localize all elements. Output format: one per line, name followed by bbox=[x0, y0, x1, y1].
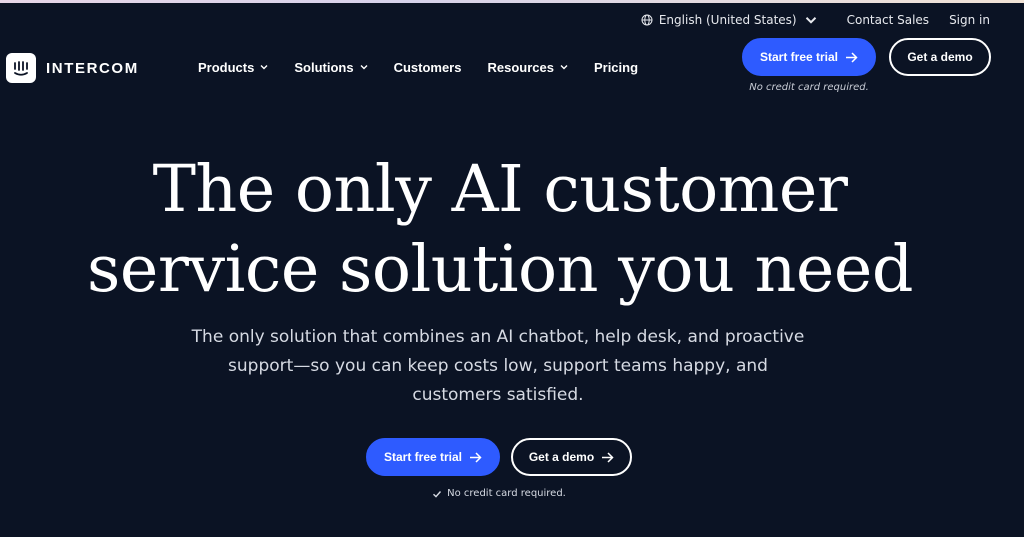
hero-title: The only AI customer service solution yo… bbox=[0, 150, 1000, 310]
hero-no-credit-card-note: No credit card required. bbox=[366, 488, 632, 499]
main-nav: Products Solutions Customers Resources P… bbox=[198, 58, 638, 76]
button-label: Start free trial bbox=[759, 50, 839, 64]
contact-sales-link[interactable]: Contact Sales bbox=[847, 13, 929, 27]
note-label: No credit card required. bbox=[447, 488, 566, 499]
sign-in-link[interactable]: Sign in bbox=[949, 13, 990, 27]
start-free-trial-button[interactable]: Start free trial bbox=[742, 38, 876, 76]
brand-logo[interactable]: INTERCOM bbox=[6, 53, 139, 83]
intercom-logo-icon bbox=[6, 53, 36, 83]
nav-label: Resources bbox=[487, 59, 554, 75]
language-selector[interactable]: English (United States) bbox=[641, 13, 817, 27]
arrow-right-icon bbox=[846, 51, 858, 63]
nav-item-resources[interactable]: Resources bbox=[487, 59, 568, 75]
arrow-right-icon bbox=[470, 451, 482, 463]
hero-subtitle: The only solution that combines an AI ch… bbox=[150, 323, 846, 410]
hero-cta-group: Start free trial Get a demo bbox=[366, 438, 632, 476]
button-label: Get a demo bbox=[907, 50, 973, 64]
nav-label: Pricing bbox=[593, 59, 639, 75]
hero-subtitle-line-1: The only solution that combines an AI ch… bbox=[191, 327, 805, 347]
chevron-down-icon bbox=[560, 65, 568, 70]
chevron-down-icon bbox=[360, 65, 368, 70]
nav-label: Products bbox=[198, 59, 255, 75]
hero-subtitle-line-2: support—so you can keep costs low, suppo… bbox=[228, 356, 768, 376]
button-label: Get a demo bbox=[528, 450, 595, 464]
get-a-demo-button[interactable]: Get a demo bbox=[889, 38, 991, 76]
top-accent-strip bbox=[0, 0, 1024, 3]
nav-label: Solutions bbox=[294, 59, 354, 75]
header-no-credit-card-note: No credit card required. bbox=[749, 82, 869, 93]
nav-item-pricing[interactable]: Pricing bbox=[594, 60, 638, 75]
check-icon bbox=[433, 490, 442, 498]
nav-label: Customers bbox=[393, 59, 462, 75]
nav-item-customers[interactable]: Customers bbox=[394, 60, 462, 75]
hero-subtitle-line-3: customers satisfied. bbox=[412, 385, 584, 405]
nav-item-solutions[interactable]: Solutions bbox=[294, 59, 368, 75]
button-label: Start free trial bbox=[383, 450, 463, 464]
globe-icon bbox=[641, 14, 653, 26]
hero-title-line-2: service solution you need bbox=[87, 232, 913, 307]
hero-start-free-trial-button[interactable]: Start free trial bbox=[366, 438, 500, 476]
brand-name: INTERCOM bbox=[46, 59, 139, 77]
header-cta-group: Start free trial Get a demo bbox=[742, 38, 991, 76]
chevron-down-icon bbox=[260, 65, 268, 70]
hero-get-a-demo-button[interactable]: Get a demo bbox=[511, 438, 632, 476]
arrow-right-icon bbox=[602, 451, 614, 463]
nav-item-products[interactable]: Products bbox=[198, 60, 268, 75]
hero-title-line-1: The only AI customer bbox=[152, 152, 848, 227]
chevron-down-icon bbox=[805, 17, 816, 24]
utility-bar: English (United States) Contact Sales Si… bbox=[641, 11, 990, 29]
language-label: English (United States) bbox=[658, 13, 797, 27]
